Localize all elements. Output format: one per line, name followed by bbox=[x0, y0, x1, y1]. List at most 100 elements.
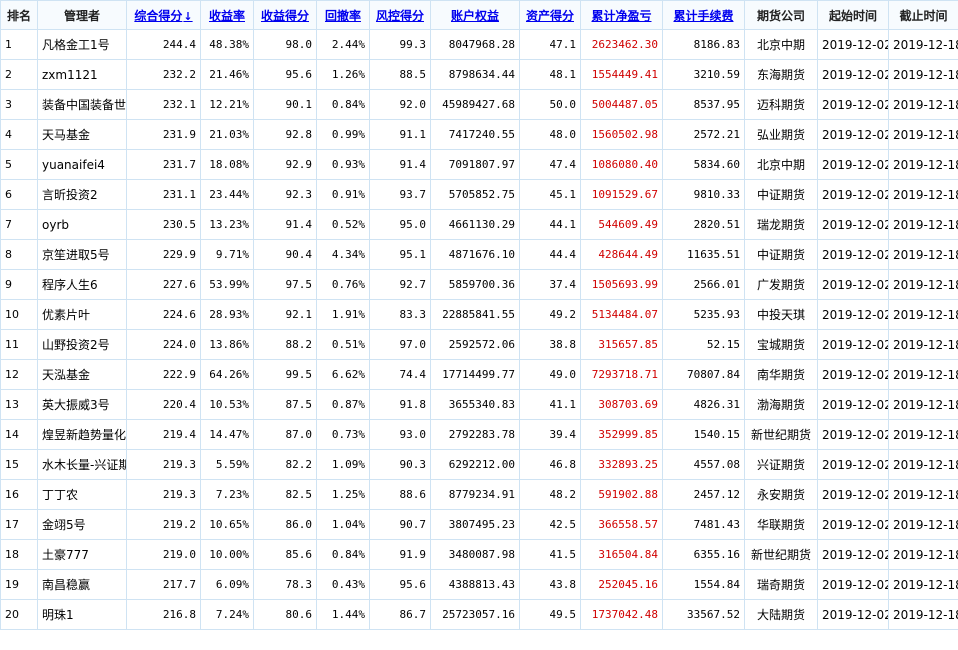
cell-return_rate: 14.47% bbox=[200, 419, 254, 450]
cell-net_profit: 591902.88 bbox=[580, 479, 663, 510]
cell-risk_score: 83.3 bbox=[369, 299, 431, 330]
cell-drawdown: 6.62% bbox=[316, 359, 370, 390]
cell-net_profit: 2623462.30 bbox=[580, 29, 663, 60]
cell-risk_score: 99.3 bbox=[369, 29, 431, 60]
sort-desc-arrow-icon[interactable]: ↓ bbox=[183, 10, 192, 23]
cell-return_score: 87.0 bbox=[253, 419, 317, 450]
cell-asset_score: 47.4 bbox=[519, 149, 581, 180]
column-header-asset_score[interactable]: 资产得分 bbox=[519, 0, 581, 30]
cell-asset_score: 49.0 bbox=[519, 359, 581, 390]
column-header-label[interactable]: 收益率 bbox=[209, 9, 245, 23]
cell-manager: 丁丁农 bbox=[37, 479, 127, 510]
cell-start: 2019-12-02 bbox=[817, 299, 889, 330]
cell-equity: 17714499.77 bbox=[430, 359, 520, 390]
cell-start: 2019-12-02 bbox=[817, 119, 889, 150]
cell-end: 2019-12-18 bbox=[888, 569, 958, 600]
cell-net_profit: 352999.85 bbox=[580, 419, 663, 450]
cell-rank: 6 bbox=[0, 179, 38, 210]
cell-start: 2019-12-02 bbox=[817, 269, 889, 300]
column-header-overall[interactable]: 综合得分↓ bbox=[126, 0, 201, 30]
cell-asset_score: 48.1 bbox=[519, 59, 581, 90]
cell-return_rate: 53.99% bbox=[200, 269, 254, 300]
cell-broker: 东海期货 bbox=[744, 59, 818, 90]
cell-return_score: 92.1 bbox=[253, 299, 317, 330]
column-header-label[interactable]: 风控得分 bbox=[376, 9, 424, 23]
column-header-label[interactable]: 综合得分 bbox=[134, 9, 182, 23]
cell-net_profit: 366558.57 bbox=[580, 509, 663, 540]
cell-risk_score: 95.0 bbox=[369, 209, 431, 240]
cell-overall: 244.4 bbox=[126, 29, 201, 60]
cell-manager: yuanaifei4 bbox=[37, 149, 127, 180]
cell-fees: 70807.84 bbox=[662, 359, 745, 390]
cell-fees: 2566.01 bbox=[662, 269, 745, 300]
column-header-label: 截止时间 bbox=[899, 8, 948, 23]
cell-manager: 言昕投资2 bbox=[37, 179, 127, 210]
cell-asset_score: 39.4 bbox=[519, 419, 581, 450]
cell-asset_score: 38.8 bbox=[519, 329, 581, 360]
column-header-label[interactable]: 累计手续费 bbox=[673, 9, 733, 23]
cell-start: 2019-12-02 bbox=[817, 389, 889, 420]
table-row: 5 yuanaifei4 231.7 18.08% 92.9 0.93% 91.4 70918… bbox=[0, 149, 958, 180]
cell-start: 2019-12-02 bbox=[817, 239, 889, 270]
column-header-return_rate[interactable]: 收益率 bbox=[200, 0, 254, 30]
cell-overall: 227.6 bbox=[126, 269, 201, 300]
column-header-label[interactable]: 累计净盈亏 bbox=[591, 9, 651, 23]
cell-return_rate: 13.86% bbox=[200, 329, 254, 360]
cell-equity: 8779234.91 bbox=[430, 479, 520, 510]
cell-risk_score: 86.7 bbox=[369, 599, 431, 630]
column-header-risk_score[interactable]: 风控得分 bbox=[369, 0, 431, 30]
cell-asset_score: 48.2 bbox=[519, 479, 581, 510]
cell-start: 2019-12-02 bbox=[817, 539, 889, 570]
column-header-return_score[interactable]: 收益得分 bbox=[253, 0, 317, 30]
cell-drawdown: 0.51% bbox=[316, 329, 370, 360]
cell-end: 2019-12-18 bbox=[888, 359, 958, 390]
cell-start: 2019-12-02 bbox=[817, 179, 889, 210]
cell-start: 2019-12-02 bbox=[817, 569, 889, 600]
cell-return_score: 99.5 bbox=[253, 359, 317, 390]
cell-return_rate: 28.93% bbox=[200, 299, 254, 330]
cell-broker: 弘业期货 bbox=[744, 119, 818, 150]
cell-rank: 10 bbox=[0, 299, 38, 330]
cell-fees: 33567.52 bbox=[662, 599, 745, 630]
column-header-label[interactable]: 资产得分 bbox=[526, 9, 574, 23]
column-header-drawdown[interactable]: 回撤率 bbox=[316, 0, 370, 30]
table-row: 20 明珠1 216.8 7.24% 80.6 1.44% 86.7 25723057.16 4… bbox=[0, 599, 958, 630]
cell-net_profit: 1091529.67 bbox=[580, 179, 663, 210]
cell-risk_score: 90.3 bbox=[369, 449, 431, 480]
cell-broker: 渤海期货 bbox=[744, 389, 818, 420]
cell-fees: 2820.51 bbox=[662, 209, 745, 240]
column-header-net_profit[interactable]: 累计净盈亏 bbox=[580, 0, 663, 30]
column-header-label[interactable]: 收益得分 bbox=[261, 9, 309, 23]
cell-rank: 12 bbox=[0, 359, 38, 390]
cell-start: 2019-12-02 bbox=[817, 29, 889, 60]
cell-drawdown: 1.25% bbox=[316, 479, 370, 510]
cell-manager: 南昌稳赢 bbox=[37, 569, 127, 600]
cell-manager: 煌昱新趋势量化 bbox=[37, 419, 127, 450]
column-header-label[interactable]: 账户权益 bbox=[451, 9, 499, 23]
cell-rank: 4 bbox=[0, 119, 38, 150]
column-header-label[interactable]: 回撤率 bbox=[325, 9, 361, 23]
header-row: 排名 管理者 综合得分↓ 收益率 收益得分 回撤率 风控得分 账户权益 资产得分 累计净盈亏 累计手… bbox=[0, 0, 958, 30]
cell-return_score: 90.1 bbox=[253, 89, 317, 120]
cell-asset_score: 43.8 bbox=[519, 569, 581, 600]
cell-risk_score: 95.1 bbox=[369, 239, 431, 270]
cell-start: 2019-12-02 bbox=[817, 599, 889, 630]
cell-end: 2019-12-18 bbox=[888, 59, 958, 90]
table-row: 14 煌昱新趋势量化 219.4 14.47% 87.0 0.73% 93.0 2792283… bbox=[0, 419, 958, 450]
column-header-equity[interactable]: 账户权益 bbox=[430, 0, 520, 30]
cell-fees: 5834.60 bbox=[662, 149, 745, 180]
cell-overall: 219.2 bbox=[126, 509, 201, 540]
cell-risk_score: 91.8 bbox=[369, 389, 431, 420]
cell-equity: 7417240.55 bbox=[430, 119, 520, 150]
cell-equity: 4661130.29 bbox=[430, 209, 520, 240]
cell-equity: 5859700.36 bbox=[430, 269, 520, 300]
table-row: 4 天马基金 231.9 21.03% 92.8 0.99% 91.1 7417240.55 4… bbox=[0, 119, 958, 150]
cell-manager: 优素片叶 bbox=[37, 299, 127, 330]
cell-return_rate: 7.24% bbox=[200, 599, 254, 630]
cell-rank: 15 bbox=[0, 449, 38, 480]
cell-return_score: 98.0 bbox=[253, 29, 317, 60]
cell-overall: 219.3 bbox=[126, 449, 201, 480]
cell-manager: 程序人生6 bbox=[37, 269, 127, 300]
cell-asset_score: 44.4 bbox=[519, 239, 581, 270]
column-header-fees[interactable]: 累计手续费 bbox=[662, 0, 745, 30]
